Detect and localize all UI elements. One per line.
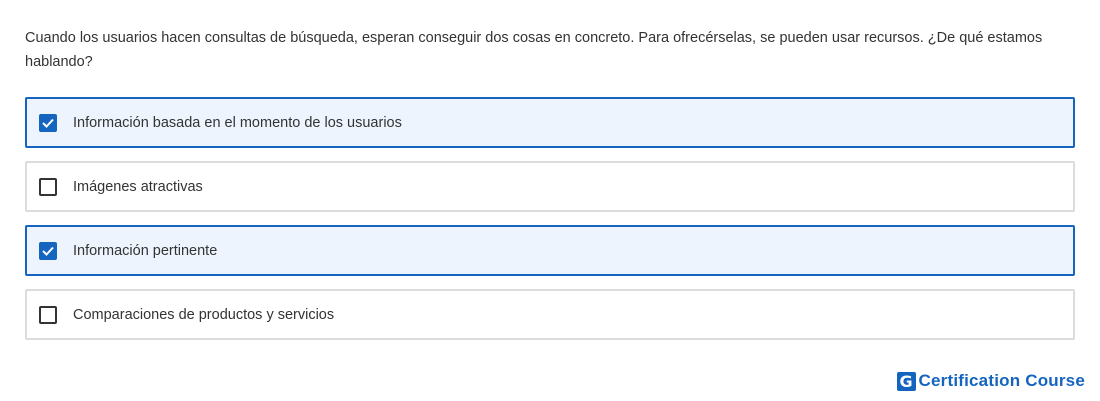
brand-name: Certification Course: [918, 371, 1085, 390]
checkbox-icon[interactable]: [39, 113, 57, 132]
option-2[interactable]: Imágenes atractivas: [25, 161, 1075, 212]
brand-g-icon: G: [896, 371, 916, 391]
option-label: Imágenes atractivas: [73, 178, 203, 195]
quiz-page: Cuando los usuarios hacen consultas de b…: [0, 0, 1100, 401]
option-3[interactable]: Información pertinente: [25, 225, 1075, 276]
option-label: Información pertinente: [73, 242, 218, 259]
checkbox-icon[interactable]: [39, 305, 57, 324]
answer-options: Información basada en el momento de los …: [25, 97, 1075, 353]
checkbox-icon[interactable]: [39, 177, 57, 196]
option-label: Comparaciones de productos y servicios: [73, 306, 335, 323]
checkbox-icon[interactable]: [39, 241, 57, 260]
brand-logo: G Certification Course: [896, 371, 1085, 391]
option-4[interactable]: Comparaciones de productos y servicios: [25, 289, 1075, 340]
option-label: Información basada en el momento de los …: [73, 114, 402, 131]
question-text: Cuando los usuarios hacen consultas de b…: [25, 30, 1043, 70]
checkmark-icon: [42, 246, 54, 256]
option-1[interactable]: Información basada en el momento de los …: [25, 97, 1075, 148]
checkmark-icon: [42, 118, 54, 128]
